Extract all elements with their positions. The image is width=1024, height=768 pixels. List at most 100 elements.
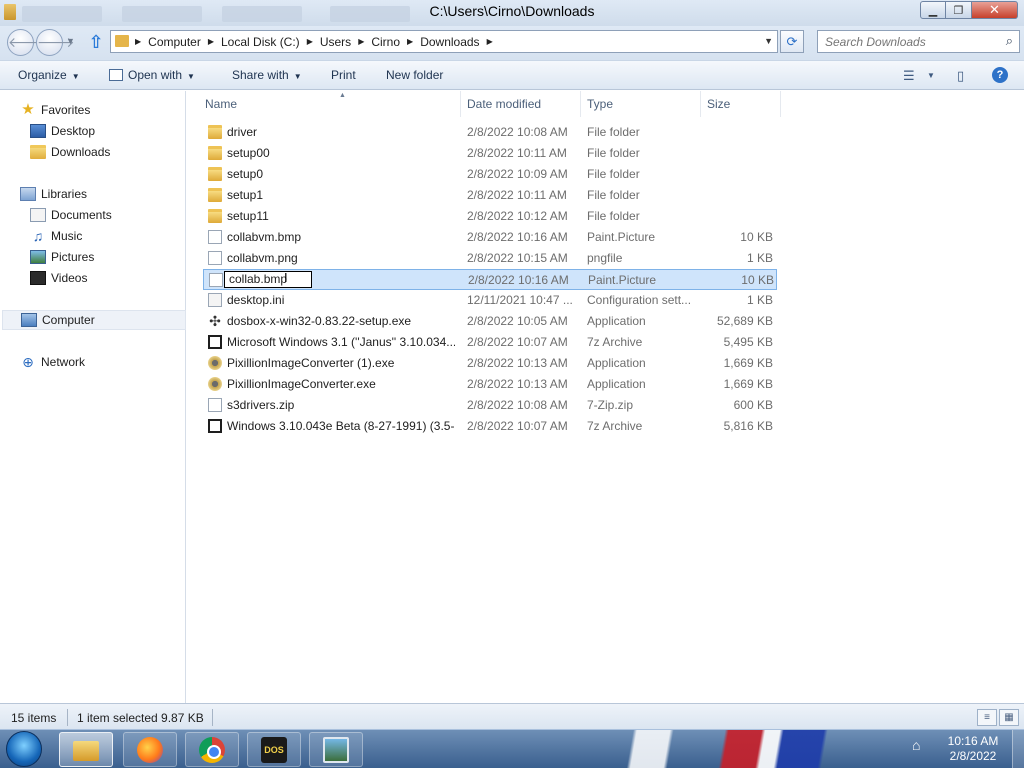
desktop-icon — [30, 124, 46, 138]
breadcrumb-chevron-icon[interactable]: ▶ — [407, 37, 413, 46]
breadcrumb-cirno[interactable]: Cirno — [371, 35, 400, 49]
nav-item-favorites[interactable]: ★ Favorites — [20, 100, 90, 120]
view-options-icon[interactable]: ☰ — [903, 68, 915, 84]
address-bar[interactable]: ▶ Computer ▶ Local Disk (C:) ▶ Users ▶ C… — [110, 30, 778, 53]
file-row[interactable]: driver 2/8/2022 10:08 AM File folder — [203, 122, 777, 143]
search-input[interactable] — [825, 31, 1003, 52]
file-type: 7-Zip.zip — [587, 398, 634, 412]
taskbar-firefox-button[interactable] — [123, 732, 177, 767]
nav-item-documents[interactable]: Documents — [30, 205, 112, 225]
taskbar-chrome-button[interactable] — [185, 732, 239, 767]
file-date: 2/8/2022 10:16 AM — [468, 273, 569, 287]
nav-item-label: Network — [41, 355, 86, 369]
breadcrumb-computer[interactable]: Computer — [148, 35, 201, 49]
open-with-button[interactable]: Open with ▼ — [109, 68, 195, 82]
breadcrumb-users[interactable]: Users — [320, 35, 351, 49]
file-date: 2/8/2022 10:09 AM — [467, 167, 568, 181]
maximize-button[interactable]: ❐ — [946, 1, 972, 19]
clock-time: 10:16 AM — [947, 734, 999, 748]
file-row[interactable]: PixillionImageConverter (1).exe 2/8/2022 … — [203, 353, 777, 374]
new-folder-button[interactable]: New folder — [386, 68, 443, 82]
minimize-button[interactable]: ▁ — [920, 1, 946, 19]
breadcrumb-downloads[interactable]: Downloads — [420, 35, 479, 49]
file-row[interactable]: setup1 2/8/2022 10:11 AM File folder — [203, 185, 777, 206]
start-button[interactable] — [6, 731, 42, 767]
column-header-date[interactable]: Date modified — [461, 91, 581, 117]
nav-item-desktop[interactable]: Desktop — [30, 121, 95, 141]
documents-icon — [30, 208, 46, 222]
clock-date: 2/8/2022 — [949, 749, 997, 763]
details-view-icon[interactable]: ≡ — [977, 709, 997, 726]
column-header-name[interactable]: Name ▲ — [199, 91, 461, 117]
up-arrow-icon[interactable]: ⇧ — [86, 32, 106, 52]
show-desktop-button[interactable] — [1012, 730, 1024, 768]
text-cursor-icon: I — [284, 270, 288, 285]
search-box[interactable]: ⌕ — [817, 30, 1020, 53]
preview-pane-icon[interactable]: ▯ — [957, 68, 964, 84]
file-row[interactable]: setup11 2/8/2022 10:12 AM File folder — [203, 206, 777, 227]
nav-item-label: Libraries — [41, 187, 88, 201]
status-bar: 15 items 1 item selected 9.87 KB ≡ ▦ — [0, 703, 1024, 729]
print-button[interactable]: Print — [331, 68, 356, 82]
close-button[interactable]: ✕ — [972, 1, 1018, 19]
file-date: 2/8/2022 10:08 AM — [467, 125, 568, 139]
nav-item-computer[interactable]: Computer — [2, 310, 186, 330]
network-tray-icon[interactable]: ⌂ — [912, 737, 920, 753]
item-count: 15 items — [11, 711, 57, 725]
file-row[interactable]: PixillionImageConverter.exe 2/8/2022 10:1… — [203, 374, 777, 395]
rename-input[interactable]: collab.bmp — [224, 271, 312, 288]
breadcrumb-chevron-icon[interactable]: ▶ — [208, 37, 214, 46]
taskbar-dosbox-button[interactable]: DOS — [247, 732, 301, 767]
file-type: File folder — [587, 209, 640, 223]
computer-icon — [21, 313, 37, 327]
file-row[interactable]: collabvm.bmp 2/8/2022 10:16 AM Paint.Pictu… — [203, 227, 777, 248]
forward-button[interactable]: 🡒 — [36, 29, 75, 56]
file-date: 2/8/2022 10:11 AM — [467, 188, 567, 202]
file-row[interactable]: Windows 3.10.043e Beta (8-27-1991) (3.5-… — [203, 416, 777, 437]
file-size: 1,669 KB — [723, 377, 773, 391]
breadcrumb-chevron-icon[interactable]: ▶ — [487, 37, 493, 46]
taskbar-pixillion-button[interactable] — [309, 732, 363, 767]
file-row[interactable]: Microsoft Windows 3.1 (''Janus'' 3.10.03… — [203, 332, 777, 353]
nav-item-label: Downloads — [51, 145, 111, 159]
large-icons-view-icon[interactable]: ▦ — [999, 709, 1019, 726]
nav-item-label: Music — [51, 229, 83, 243]
share-with-label: Share with — [232, 68, 289, 82]
clock[interactable]: 10:16 AM 2/8/2022 — [940, 734, 1006, 764]
file-row[interactable]: ✣ dosbox-x-win32-0.83.22-setup.exe 2/8/202… — [203, 311, 777, 332]
open-with-icon — [109, 69, 123, 81]
nav-item-libraries[interactable]: Libraries — [20, 184, 87, 204]
nav-item-pictures[interactable]: Pictures — [30, 247, 94, 267]
nav-item-videos[interactable]: Videos — [30, 268, 87, 288]
dosbox-installer-icon: ✣ — [209, 313, 221, 329]
breadcrumb-local-disk[interactable]: Local Disk (C:) — [221, 35, 300, 49]
organize-button[interactable]: Organize ▼ — [18, 68, 80, 82]
nav-item-network[interactable]: ⊕ Network — [20, 352, 85, 372]
file-size: 1,669 KB — [723, 356, 773, 370]
taskbar-explorer-button[interactable] — [59, 732, 113, 767]
share-with-button[interactable]: Share with ▼ — [232, 68, 302, 82]
recent-pages-chevron-icon[interactable]: ▼ — [66, 36, 75, 46]
help-icon[interactable]: ? — [992, 67, 1008, 83]
column-header-type[interactable]: Type — [581, 91, 701, 117]
file-row[interactable]: s3drivers.zip 2/8/2022 10:08 AM 7-Zip.zip 6… — [203, 395, 777, 416]
breadcrumb-chevron-icon[interactable]: ▶ — [135, 37, 141, 46]
nav-item-downloads[interactable]: Downloads — [30, 142, 110, 162]
open-with-label: Open with — [128, 68, 183, 82]
file-row[interactable]: setup00 2/8/2022 10:11 AM File folder — [203, 143, 777, 164]
breadcrumb-chevron-icon[interactable]: ▶ — [307, 37, 313, 46]
file-row[interactable]: collabvm.png 2/8/2022 10:15 AM pngfile 1 KB — [203, 248, 777, 269]
refresh-button[interactable]: ⟳ — [780, 30, 804, 53]
file-type: Application — [587, 356, 646, 370]
column-header-size[interactable]: Size — [701, 91, 781, 117]
chevron-down-icon[interactable]: ▼ — [927, 71, 935, 80]
file-row[interactable]: desktop.ini 12/11/2021 10:47 ... Configura… — [203, 290, 777, 311]
address-history-chevron-icon[interactable]: ▼ — [764, 36, 773, 46]
file-row[interactable]: collab.bmp I 2/8/2022 10:16 AM Paint.Pictur… — [203, 269, 777, 290]
file-row[interactable]: setup0 2/8/2022 10:09 AM File folder — [203, 164, 777, 185]
file-date: 2/8/2022 10:11 AM — [467, 146, 567, 160]
back-button[interactable]: 🡐 — [7, 29, 46, 56]
search-icon[interactable]: ⌕ — [1006, 33, 1013, 49]
breadcrumb-chevron-icon[interactable]: ▶ — [358, 37, 364, 46]
nav-item-music[interactable]: ♫ Music — [30, 226, 83, 246]
